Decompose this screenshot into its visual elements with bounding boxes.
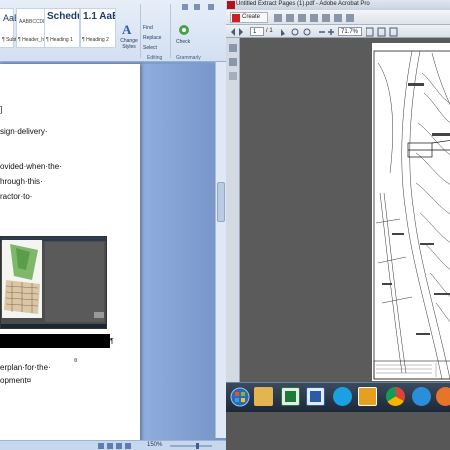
cell-mark: ¤ xyxy=(74,358,78,364)
word-ribbon: AaBbCcDc ¶ Subtitle AABBCCDD ¶ Header_hi… xyxy=(0,0,226,62)
view-buttons-icon[interactable] xyxy=(98,442,138,450)
document-page[interactable]: ] sign·delivery· ovided·when·the· hrough… xyxy=(0,64,140,442)
acrobat-navigation-pane xyxy=(226,38,240,382)
change-styles-icon: A xyxy=(122,22,132,36)
word-window: AaBbCcDc ¶ Subtitle AABBCCDD ¶ Header_hi… xyxy=(0,0,226,450)
site-plan-thumbnail xyxy=(2,240,42,318)
excel-glyph xyxy=(285,391,296,402)
word-workspace xyxy=(140,64,226,442)
check-label: Check xyxy=(176,39,191,45)
acrobat-icon[interactable] xyxy=(358,387,377,406)
excel-icon[interactable] xyxy=(281,387,300,406)
word-icon[interactable] xyxy=(306,387,325,406)
doc-text-line: sign·delivery· xyxy=(0,127,48,136)
change-styles-label: Change Styles xyxy=(120,38,138,50)
doc-text-line: ractor·to· xyxy=(0,192,33,201)
style-name: ¶ Heading 2 xyxy=(82,37,109,43)
internet-explorer-icon[interactable] xyxy=(412,387,431,406)
style-heading-1[interactable]: Schedu ¶ Heading 1 xyxy=(44,8,80,48)
chrome-icon[interactable] xyxy=(386,387,405,406)
style-subtitle[interactable]: AaBbCcDc ¶ Subtitle xyxy=(0,8,35,48)
change-styles-button[interactable]: A Change Styles xyxy=(118,22,140,58)
thumb-widget xyxy=(94,312,104,318)
create-icon xyxy=(232,14,240,22)
firefox-icon[interactable] xyxy=(436,387,450,406)
skype-icon[interactable] xyxy=(333,387,352,406)
acrobat-window-title: Untitled Extract Pages (1).pdf - Adobe A… xyxy=(236,1,370,7)
ribbon-separator xyxy=(140,4,141,58)
select-label: Select xyxy=(143,45,157,51)
editing-group-label: Editing xyxy=(147,55,163,61)
zoom-input[interactable]: 71.7% xyxy=(338,27,362,36)
pdf-document-view[interactable] xyxy=(240,38,450,382)
grammarly-icon xyxy=(179,25,189,35)
grammarly-group-label: Grammarly xyxy=(176,55,201,61)
windows-taskbar xyxy=(226,382,450,412)
embedded-screenshot[interactable] xyxy=(0,236,107,329)
acrobat-menu-toolbar: Create xyxy=(226,10,450,25)
thumb-taskbar xyxy=(1,324,106,328)
thumb-acrobat-area xyxy=(45,242,104,322)
acrobat-page-toolbar: 1 / 1 71.7% xyxy=(226,25,450,38)
windows-explorer-icon[interactable] xyxy=(254,387,273,406)
doc-text-line: hrough·this· xyxy=(0,177,43,186)
create-label: Create xyxy=(242,14,261,20)
scroll-thumb[interactable] xyxy=(217,182,225,222)
word-vertical-scrollbar[interactable] xyxy=(215,62,226,438)
desktop-background xyxy=(226,412,450,450)
hand-select-zoom-icons[interactable] xyxy=(278,27,338,37)
acrobat-app-icon xyxy=(227,1,235,9)
site-plan-drawing xyxy=(373,50,450,380)
page-total: / 1 xyxy=(266,28,273,34)
style-heading-2[interactable]: 1.1 AaB ¶ Heading 2 xyxy=(80,8,116,48)
paragraph-mark: ¶ xyxy=(110,338,114,345)
thumb-site-plan xyxy=(2,240,42,318)
ribbon-separator xyxy=(170,4,171,58)
create-button[interactable]: Create xyxy=(230,12,268,23)
replace-label: Replace xyxy=(143,35,162,41)
pdf-page[interactable] xyxy=(372,43,450,381)
nav-pane-icons[interactable] xyxy=(226,42,240,102)
ribbon-top-icons xyxy=(182,4,214,10)
page-number-input[interactable]: 1 xyxy=(250,27,264,36)
doc-text-line: ] xyxy=(0,105,3,114)
acrobat-toolbar-icons[interactable] xyxy=(274,12,444,24)
svg-text:A: A xyxy=(122,22,132,36)
style-sample: Schedu xyxy=(47,11,79,22)
acrobat-titlebar: Untitled Extract Pages (1).pdf - Adobe A… xyxy=(226,0,450,10)
doc-text-line: opment¤ xyxy=(0,376,32,385)
doc-text-line: erplan·for·the· xyxy=(0,363,51,372)
find-label: Find xyxy=(143,25,153,31)
zoom-level[interactable]: 150% xyxy=(147,442,162,448)
windows-start-icon[interactable] xyxy=(230,387,250,407)
zoom-slider[interactable] xyxy=(166,442,216,450)
grammarly-check-button[interactable]: Check xyxy=(174,24,196,50)
word-glyph xyxy=(310,391,321,402)
style-name: ¶ Heading 1 xyxy=(46,37,73,43)
doc-text-line: ovided·when·the· xyxy=(0,162,62,171)
view-mode-icons[interactable] xyxy=(366,27,446,37)
desktop: AaBbCcDc ¶ Subtitle AABBCCDD ¶ Header_hi… xyxy=(0,0,450,450)
style-sample: 1.1 AaB xyxy=(83,11,115,22)
word-status-bar: 150% xyxy=(0,440,226,450)
image-bottom-strip xyxy=(0,334,110,348)
page-nav-arrows-icon[interactable] xyxy=(229,27,245,37)
